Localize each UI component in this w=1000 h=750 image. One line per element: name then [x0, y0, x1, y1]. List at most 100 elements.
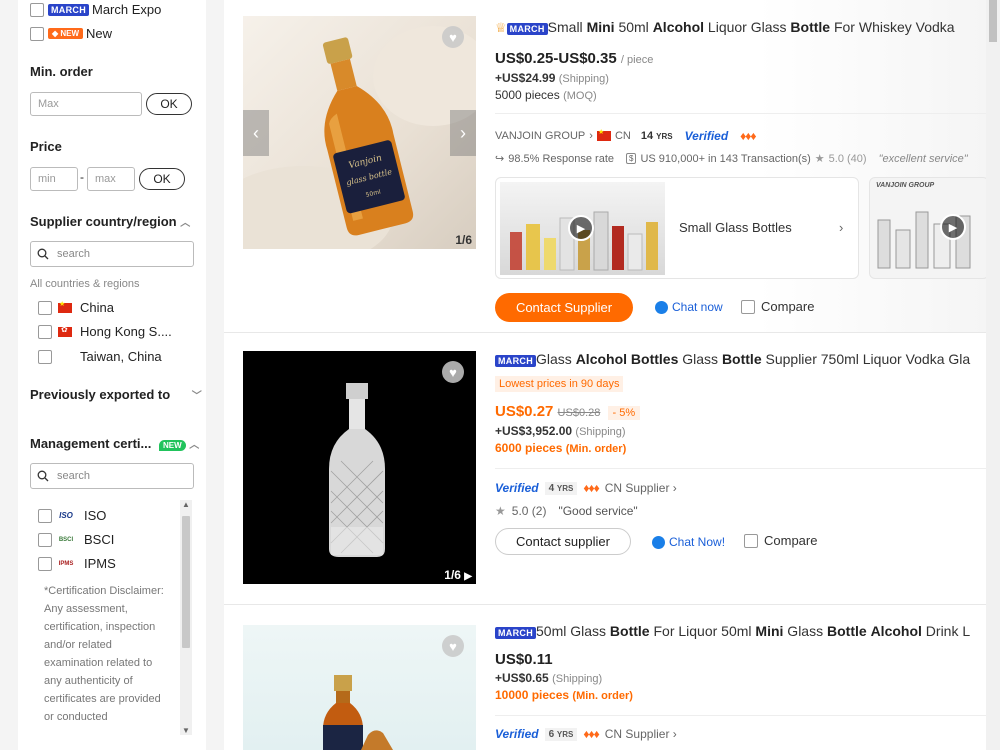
- scroll-up-icon[interactable]: ▲: [182, 500, 190, 509]
- favorite-heart-icon[interactable]: ♥: [442, 635, 464, 657]
- product-card[interactable]: ♥ MARCH 50ml Glass Bottle For Liquor 50ml…: [224, 605, 986, 750]
- years-badge: 4 YRS: [544, 481, 578, 495]
- country-item-taiwan[interactable]: Taiwan, China: [38, 349, 162, 364]
- cert-item-ipms[interactable]: IPMS IPMS: [38, 556, 116, 571]
- country-search-input[interactable]: search: [30, 241, 194, 267]
- country-heading[interactable]: Supplier country/region ︿: [30, 214, 190, 229]
- video-card[interactable]: VANJOIN GROUP ▶: [869, 177, 986, 279]
- chat-icon: [655, 300, 668, 314]
- product-card[interactable]: Vanjoin glass bottle 50ml ♥ ‹ › 1/6 ♕ MAR…: [224, 0, 986, 333]
- title-segment[interactable]: Bottle: [722, 351, 762, 367]
- title-segment[interactable]: Liquor Glass: [704, 19, 790, 35]
- checkbox[interactable]: [30, 2, 44, 17]
- product-card[interactable]: ♥ 1/6 ▶ MARCH Glass Alcohol Bottles Glass…: [224, 333, 986, 605]
- title-segment[interactable]: Mini: [755, 623, 783, 639]
- product-image[interactable]: Vanjoin glass bottle 50ml ♥ ‹ › 1/6: [243, 16, 476, 249]
- compare-checkbox[interactable]: Compare: [741, 299, 814, 314]
- favorite-heart-icon[interactable]: ♥: [442, 26, 464, 48]
- scrollbar-thumb[interactable]: [989, 0, 997, 42]
- checkbox[interactable]: [38, 556, 52, 571]
- checkbox[interactable]: [38, 532, 52, 547]
- title-segment[interactable]: Small: [548, 19, 587, 35]
- chat-now-button[interactable]: Chat now: [655, 300, 723, 314]
- image-next-button[interactable]: ›: [450, 110, 476, 156]
- certification-search-input[interactable]: search: [30, 463, 194, 489]
- play-icon[interactable]: ▶: [568, 215, 594, 241]
- filter-march-expo[interactable]: MARCH March Expo: [30, 2, 161, 17]
- shipping-cost: +US$24.99 (Shipping): [495, 71, 609, 85]
- cert-item-iso[interactable]: ISO ISO: [38, 508, 106, 523]
- min-order-heading: Min. order: [30, 64, 93, 79]
- title-segment[interactable]: Bottle: [610, 623, 650, 639]
- title-segment[interactable]: For Liquor 50ml: [650, 623, 756, 639]
- divider: [495, 113, 986, 114]
- supplier-row: VANJOIN GROUP › CN 14 YRS Verified ♦♦♦: [495, 128, 757, 143]
- bottle-image: [323, 675, 393, 750]
- country-item-hong-kong[interactable]: Hong Kong S....: [38, 324, 172, 339]
- supplier-link[interactable]: CN Supplier ›: [605, 727, 677, 741]
- chat-icon: [652, 535, 665, 549]
- product-title-text[interactable]: Small Mini 50ml Alcohol Liquor Glass Bot…: [548, 19, 955, 35]
- product-title-text[interactable]: 50ml Glass Bottle For Liquor 50ml Mini G…: [536, 623, 970, 639]
- all-countries-label[interactable]: All countries & regions: [30, 278, 139, 290]
- product-image[interactable]: ♥: [243, 625, 476, 750]
- scrollbar-thumb[interactable]: [182, 516, 190, 648]
- checkbox[interactable]: [38, 300, 52, 315]
- product-title[interactable]: MARCH 50ml Glass Bottle For Liquor 50ml M…: [495, 623, 970, 639]
- product-title[interactable]: MARCH Glass Alcohol Bottles Glass Bottle …: [495, 351, 970, 367]
- checkbox[interactable]: [744, 533, 758, 548]
- title-segment[interactable]: Supplier 750ml Liquor Vodka Gla: [762, 351, 970, 367]
- page-scrollbar[interactable]: [986, 0, 1000, 750]
- title-segment[interactable]: Alcohol: [653, 19, 704, 35]
- min-order-ok-button[interactable]: OK: [146, 93, 192, 115]
- cert-item-bsci[interactable]: BSCI BSCI: [38, 532, 114, 547]
- title-segment[interactable]: Glass: [783, 623, 827, 639]
- promo-tag: Lowest prices in 90 days: [495, 376, 624, 392]
- title-segment[interactable]: Alcohol Bottles: [576, 351, 679, 367]
- checkbox[interactable]: [38, 349, 52, 364]
- min-order-input[interactable]: Max: [30, 92, 142, 116]
- filter-new[interactable]: ◆ NEW New: [30, 26, 112, 41]
- product-price: US$0.27 US$0.28 - 5%: [495, 403, 641, 420]
- title-segment[interactable]: Mini: [587, 19, 615, 35]
- chat-now-button[interactable]: Chat Now!: [652, 535, 725, 549]
- title-segment[interactable]: 50ml Glass: [536, 623, 610, 639]
- country-item-china[interactable]: China: [38, 300, 114, 315]
- title-segment[interactable]: Bottle: [790, 19, 830, 35]
- compare-checkbox[interactable]: Compare: [744, 533, 817, 548]
- divider: [495, 468, 986, 469]
- certification-scrollbar[interactable]: ▲ ▼: [180, 500, 192, 735]
- contact-supplier-button[interactable]: Contact Supplier: [495, 293, 633, 322]
- supplier-name[interactable]: VANJOIN GROUP: [495, 130, 585, 142]
- checkbox[interactable]: [741, 299, 755, 314]
- checkbox[interactable]: [30, 26, 44, 41]
- title-segment[interactable]: Glass: [678, 351, 722, 367]
- video-card-label[interactable]: Small Glass Bottles: [679, 220, 792, 235]
- supplier-link[interactable]: CN Supplier ›: [605, 481, 677, 495]
- product-image[interactable]: ♥ 1/6 ▶: [243, 351, 476, 584]
- price-ok-button[interactable]: OK: [139, 168, 185, 190]
- image-prev-button[interactable]: ‹: [243, 110, 269, 156]
- title-segment[interactable]: Glass: [536, 351, 576, 367]
- play-icon[interactable]: ▶: [464, 571, 472, 582]
- scroll-down-icon[interactable]: ▼: [182, 726, 190, 735]
- checkbox[interactable]: [38, 508, 52, 523]
- shipping-cost: +US$3,952.00 (Shipping): [495, 424, 626, 438]
- title-segment[interactable]: 50ml: [615, 19, 653, 35]
- title-segment[interactable]: For Whiskey Vodka: [830, 19, 955, 35]
- title-segment[interactable]: Drink L: [922, 623, 970, 639]
- certification-heading[interactable]: Management certi... NEW ︿: [30, 436, 199, 451]
- product-title[interactable]: ♕ MARCH Small Mini 50ml Alcohol Liquor Gla…: [495, 19, 955, 36]
- checkbox[interactable]: [38, 324, 52, 339]
- exported-heading[interactable]: Previously exported to ﹀: [30, 387, 202, 402]
- product-title-text[interactable]: Glass Alcohol Bottles Glass Bottle Suppl…: [536, 351, 970, 367]
- video-card[interactable]: ▶ Small Glass Bottles ›: [495, 177, 859, 279]
- title-segment[interactable]: Alcohol: [871, 623, 922, 639]
- verified-badge: Verified: [495, 481, 539, 495]
- price-max-input[interactable]: max: [87, 167, 135, 191]
- title-segment[interactable]: Bottle: [827, 623, 867, 639]
- contact-supplier-button[interactable]: Contact supplier: [495, 528, 631, 555]
- favorite-heart-icon[interactable]: ♥: [442, 361, 464, 383]
- play-icon[interactable]: ▶: [940, 214, 966, 240]
- price-min-input[interactable]: min: [30, 167, 78, 191]
